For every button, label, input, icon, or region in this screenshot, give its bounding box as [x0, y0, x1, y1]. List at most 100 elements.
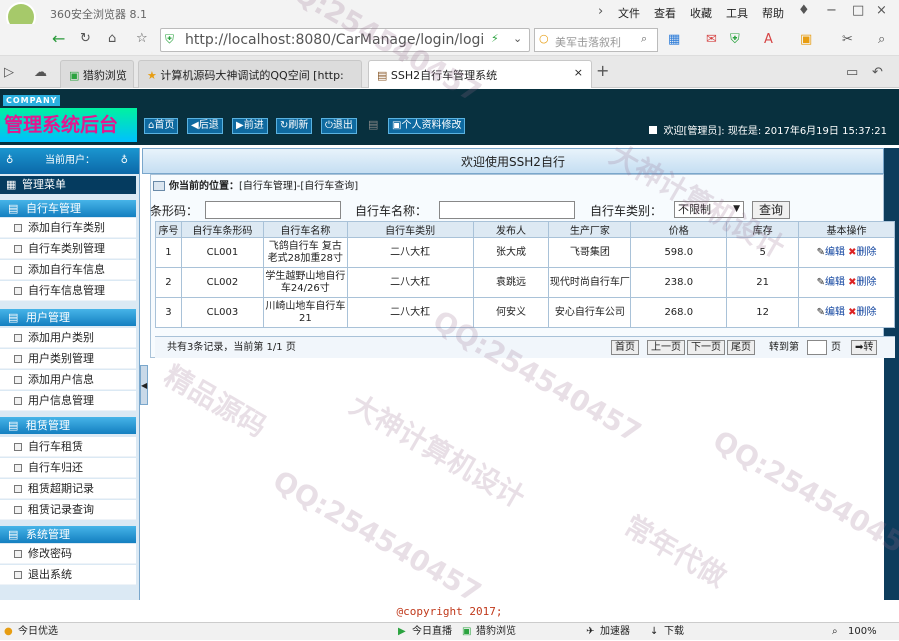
delete-link[interactable]: 删除	[857, 247, 877, 258]
tab-bar: ▷ ☁ ▣ 猎豹浏览 ★ 计算机源码大神调试的QQ空间 [http: ▤ SSH…	[0, 56, 899, 88]
menu-help[interactable]: 帮助	[762, 5, 784, 21]
shield-icon[interactable]: ⛨	[730, 31, 740, 49]
delete-link[interactable]: 删除	[857, 277, 877, 288]
bullet-icon	[14, 334, 22, 342]
edit-link[interactable]: 编辑	[825, 247, 845, 258]
divider-icon: ▤	[368, 118, 379, 131]
sidebar-item-overdue-records[interactable]: 租赁超期记录	[0, 479, 136, 499]
minimize-icon[interactable]: −	[826, 2, 837, 20]
sidebar-item-add-bike-info[interactable]: 添加自行车信息	[0, 260, 136, 280]
undo-icon[interactable]: ↶	[872, 64, 883, 82]
sidebar-item-user-info-manage[interactable]: 用户信息管理	[0, 391, 136, 411]
type-select[interactable]: 不限制 ▼	[674, 201, 744, 218]
refresh-icon[interactable]: ↻	[80, 30, 91, 48]
back-icon[interactable]: ←	[52, 30, 65, 48]
tab-label: 计算机源码大神调试的QQ空间 [http:	[160, 69, 344, 82]
sidebar-item-bike-info-manage[interactable]: 自行车信息管理	[0, 281, 136, 301]
go-button[interactable]: ➡转	[851, 340, 878, 355]
name-input[interactable]	[439, 201, 575, 219]
menu-favorites[interactable]: 收藏	[690, 5, 712, 21]
delete-link[interactable]: 删除	[857, 307, 877, 318]
code-input[interactable]	[205, 201, 341, 219]
sidebar-toggle-icon[interactable]: ▷	[4, 64, 14, 82]
cell-price: 238.0	[630, 267, 728, 298]
sidebar-collapse-handle[interactable]: ◀	[140, 365, 148, 405]
edit-link[interactable]: 编辑	[825, 277, 845, 288]
accelerator-link[interactable]: 加速器	[600, 623, 630, 641]
cloud-icon[interactable]: ☁	[34, 64, 47, 82]
forward-button[interactable]: ▶前进	[232, 118, 268, 134]
download-link[interactable]: 下载	[664, 623, 684, 641]
group-bike-management[interactable]: ▤ 自行车管理	[0, 200, 136, 217]
sidebar-item-add-user-info[interactable]: 添加用户信息	[0, 370, 136, 390]
search-icon[interactable]: ⌕	[641, 32, 647, 46]
main-banner: 欢迎使用SSH2自行	[142, 148, 884, 174]
edit-link[interactable]: 编辑	[825, 307, 845, 318]
tab-ssh2[interactable]: ▤ SSH2自行车管理系统 ×	[368, 60, 592, 88]
tab-cheetah[interactable]: ▣ 猎豹浏览	[60, 60, 134, 88]
url-field[interactable]: ⛨ http://localhost:8080/CarManage/login/…	[160, 28, 530, 52]
pager-summary: 共有3条记录，当前第 1/1 页	[167, 342, 296, 353]
bullet-icon	[14, 224, 22, 232]
delete-icon: ✖	[848, 276, 857, 288]
item-label: 自行车归还	[28, 461, 83, 474]
sidebar-item-add-user-type[interactable]: 添加用户类别	[0, 328, 136, 348]
restore-tabs-icon[interactable]: ▭	[846, 64, 858, 82]
home-button[interactable]: ⌂首页	[144, 118, 179, 134]
translate-icon[interactable]: A	[764, 31, 773, 49]
extensions-icon[interactable]: ▣	[800, 31, 812, 49]
logout-button[interactable]: ⏻退出	[321, 118, 357, 134]
prev-page-button[interactable]: 上一页	[647, 340, 685, 355]
item-label: 添加用户类别	[28, 331, 94, 344]
menu-tools[interactable]: 工具	[726, 5, 748, 21]
delete-icon: ✖	[848, 246, 857, 258]
cell-index: 1	[155, 237, 182, 268]
last-page-button[interactable]: 尾页	[727, 340, 755, 355]
tab-close-icon[interactable]: ×	[574, 66, 583, 79]
back-arrow-icon[interactable]: ›	[598, 3, 603, 21]
tab-qq-space[interactable]: ★ 计算机源码大神调试的QQ空间 [http:	[138, 60, 362, 88]
goto-page-input[interactable]	[807, 340, 827, 355]
back-button[interactable]: ◀后退	[187, 118, 223, 134]
sidebar-item-bike-return[interactable]: 自行车归还	[0, 458, 136, 478]
new-tab-button[interactable]: +	[596, 62, 609, 80]
zoom-icon[interactable]: ⌕	[878, 31, 885, 49]
shirt-icon[interactable]: ♦	[798, 2, 810, 20]
close-icon[interactable]: ×	[876, 2, 887, 20]
system-name: 管理系统后台	[0, 108, 137, 142]
right-arrow-icon: ▶	[236, 120, 244, 131]
sidebar-item-exit-system[interactable]: 退出系统	[0, 565, 136, 585]
query-button[interactable]: 查询	[752, 201, 791, 219]
star-icon[interactable]: ☆	[136, 30, 148, 48]
cell-publisher: 袁跳远	[472, 267, 550, 298]
refresh-button[interactable]: ↻刷新	[276, 118, 313, 134]
sidebar-item-bike-type-manage[interactable]: 自行车类别管理	[0, 239, 136, 259]
today-picks-link[interactable]: 今日优选	[18, 623, 58, 641]
apps-icon[interactable]: ▦	[668, 31, 680, 49]
live-link[interactable]: 今日直播	[412, 623, 452, 641]
sidebar-item-bike-rental[interactable]: 自行车租赁	[0, 437, 136, 457]
sidebar-item-change-password[interactable]: 修改密码	[0, 544, 136, 564]
group-rental-management[interactable]: ▤ 租赁管理	[0, 417, 136, 434]
home-icon[interactable]: ⌂	[108, 30, 116, 48]
maximize-icon[interactable]: □	[852, 2, 864, 20]
sidebar-item-user-type-manage[interactable]: 用户类别管理	[0, 349, 136, 369]
screenshot-icon[interactable]: ✂	[842, 31, 853, 49]
profile-button[interactable]: ▣个人资料修改	[388, 118, 466, 134]
dropdown-icon[interactable]: ⌄	[513, 32, 522, 45]
type-value: 不限制	[678, 203, 711, 216]
zoom-level[interactable]: 100%	[848, 623, 877, 641]
lightning-icon[interactable]: ⚡	[491, 32, 499, 45]
cell-maker: 安心自行车公司	[548, 297, 632, 328]
mail-icon[interactable]: ✉	[706, 31, 717, 49]
search-field[interactable]: ○ 美军击落叙利 ⌕	[534, 28, 658, 52]
group-system-management[interactable]: ▤ 系统管理	[0, 526, 136, 543]
first-page-button[interactable]: 首页	[611, 340, 639, 355]
menu-file[interactable]: 文件	[618, 5, 640, 21]
next-page-button[interactable]: 下一页	[687, 340, 725, 355]
group-user-management[interactable]: ▤ 用户管理	[0, 309, 136, 326]
menu-view[interactable]: 查看	[654, 5, 676, 21]
browse-link[interactable]: 猎豹浏览	[476, 623, 516, 641]
sidebar-item-add-bike-type[interactable]: 添加自行车类别	[0, 218, 136, 238]
sidebar-item-rental-query[interactable]: 租赁记录查询	[0, 500, 136, 520]
